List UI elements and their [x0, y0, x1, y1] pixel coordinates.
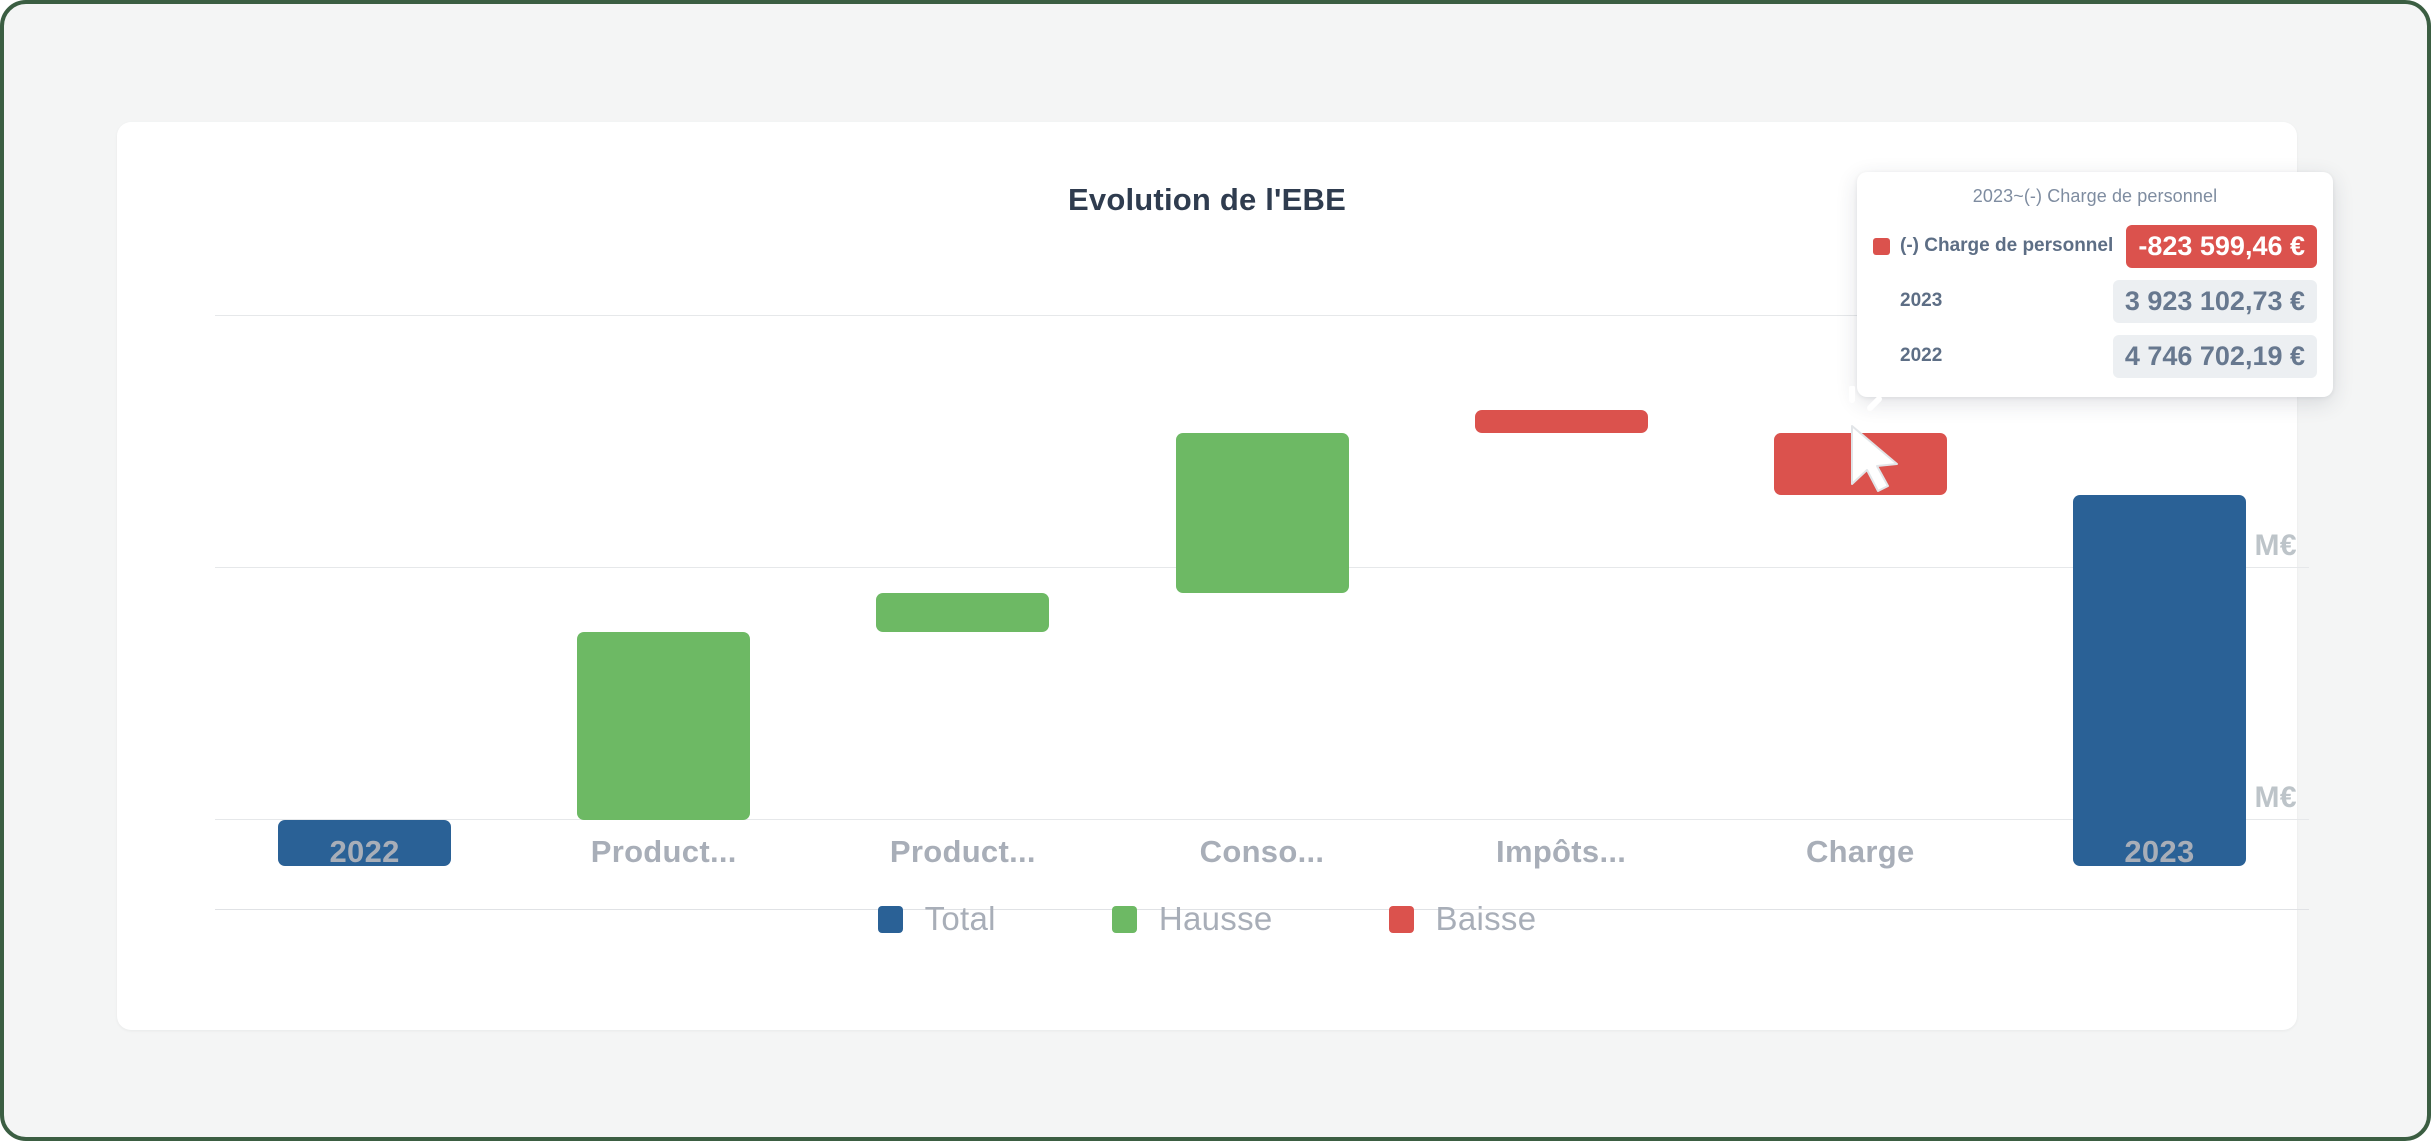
legend-item-label: Baisse	[1435, 900, 1537, 937]
tooltip-row-label: 2022	[1900, 345, 1943, 366]
chart-legend: Total Hausse Baisse	[117, 900, 2297, 938]
legend-item-total[interactable]: Total	[877, 900, 996, 938]
x-axis-tick-label[interactable]: Charge	[1711, 834, 2010, 870]
x-axis-tick-label[interactable]: Product...	[813, 834, 1112, 870]
tooltip-row: 2022 4 746 702,19 €	[1873, 333, 2317, 379]
tooltip-row-label: (-) Charge de personnel	[1900, 235, 2114, 256]
tooltip-row-label: 2023	[1900, 290, 1943, 311]
tooltip-series-marker-icon	[1873, 293, 1890, 310]
legend-item-label: Hausse	[1158, 900, 1273, 937]
x-axis-tick-label[interactable]: Conso...	[1112, 834, 1411, 870]
chart-tooltip: 2023~(-) Charge de personnel (-) Charge …	[1857, 172, 2333, 397]
tooltip-header: 2023~(-) Charge de personnel	[1972, 186, 2218, 206]
legend-swatch-icon	[877, 905, 903, 933]
gridline	[215, 819, 2309, 820]
tooltip-series-marker-icon	[1873, 348, 1890, 365]
tooltip-row: 2023 3 923 102,73 €	[1873, 278, 2317, 324]
tooltip-row-value: 3 923 102,73 €	[2112, 279, 2317, 323]
app-root: Evolution de l'EBE 45 M€50 M€55 M€2022Pr…	[0, 0, 2431, 1141]
legend-swatch-icon	[1388, 905, 1414, 933]
waterfall-bar-baisse[interactable]	[1474, 409, 1648, 433]
legend-swatch-icon	[1111, 905, 1137, 933]
x-axis-tick-label[interactable]: 2023	[2010, 834, 2309, 870]
tooltip-row: (-) Charge de personnel -823 599,46 €	[1873, 223, 2317, 269]
x-axis-tick-label[interactable]: Impôts...	[1412, 834, 1711, 870]
waterfall-bar-baisse[interactable]	[1773, 432, 1947, 495]
x-axis-tick-label[interactable]: 2022	[215, 834, 514, 870]
legend-item-hausse[interactable]: Hausse	[1111, 900, 1273, 938]
x-axis-tick-label[interactable]: Product...	[514, 834, 813, 870]
legend-item-label: Total	[924, 900, 996, 937]
waterfall-bar-total[interactable]	[2072, 494, 2246, 867]
waterfall-bar-hausse[interactable]	[876, 593, 1050, 632]
tooltip-rows: (-) Charge de personnel -823 599,46 € 2023…	[1873, 223, 2317, 379]
tooltip-row-value: 4 746 702,19 €	[2112, 334, 2317, 378]
legend-item-baisse[interactable]: Baisse	[1388, 900, 1537, 938]
waterfall-bar-hausse[interactable]	[577, 632, 751, 820]
tooltip-row-value: -823 599,46 €	[2126, 224, 2317, 268]
waterfall-bar-hausse[interactable]	[1175, 432, 1349, 594]
tooltip-series-marker-icon	[1873, 237, 1890, 255]
